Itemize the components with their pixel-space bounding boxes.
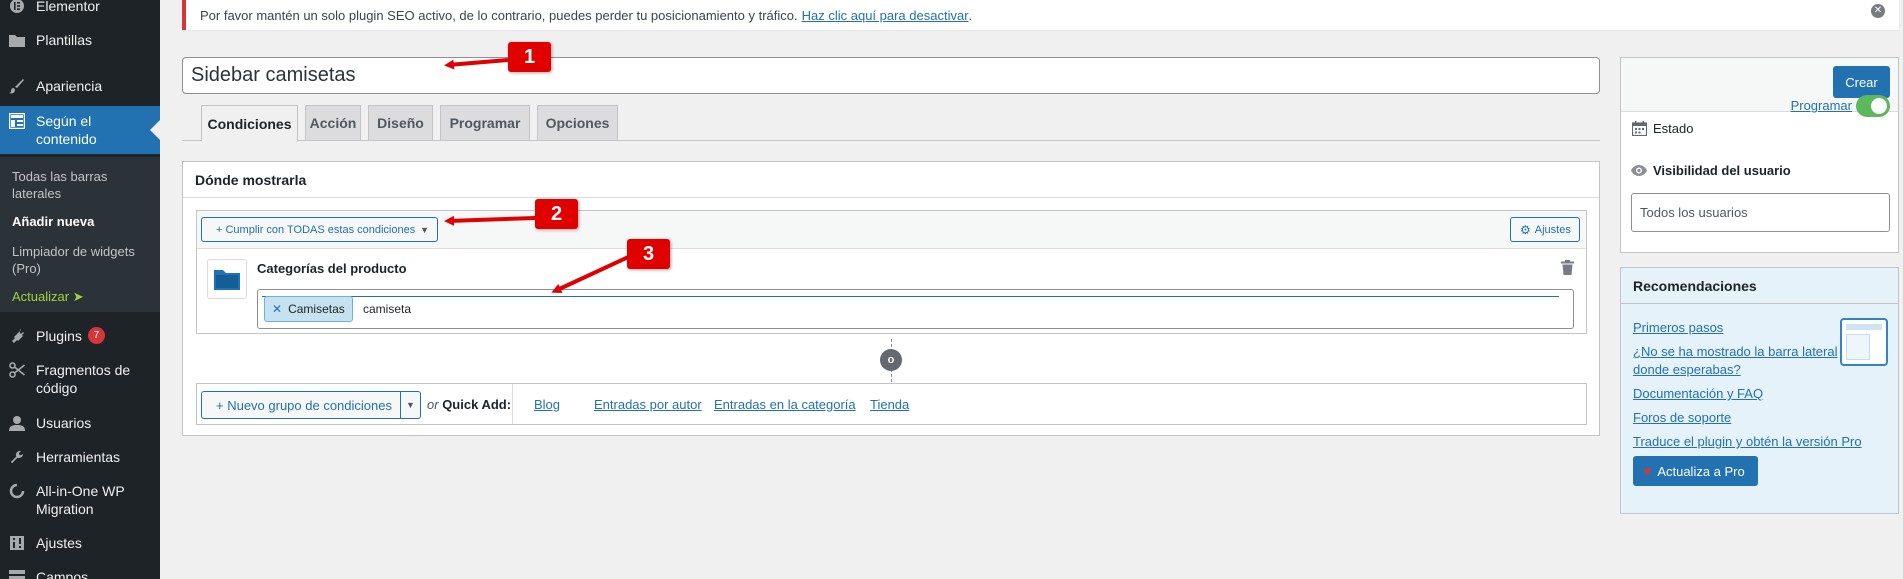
callout-1: 1 bbox=[508, 42, 551, 72]
arrow-2 bbox=[444, 215, 536, 226]
arrow-3 bbox=[551, 251, 638, 294]
callout-3: 3 bbox=[627, 239, 670, 269]
callout-2: 2 bbox=[535, 199, 578, 229]
arrow-1 bbox=[444, 58, 509, 70]
annotation-arrows bbox=[444, 58, 638, 294]
